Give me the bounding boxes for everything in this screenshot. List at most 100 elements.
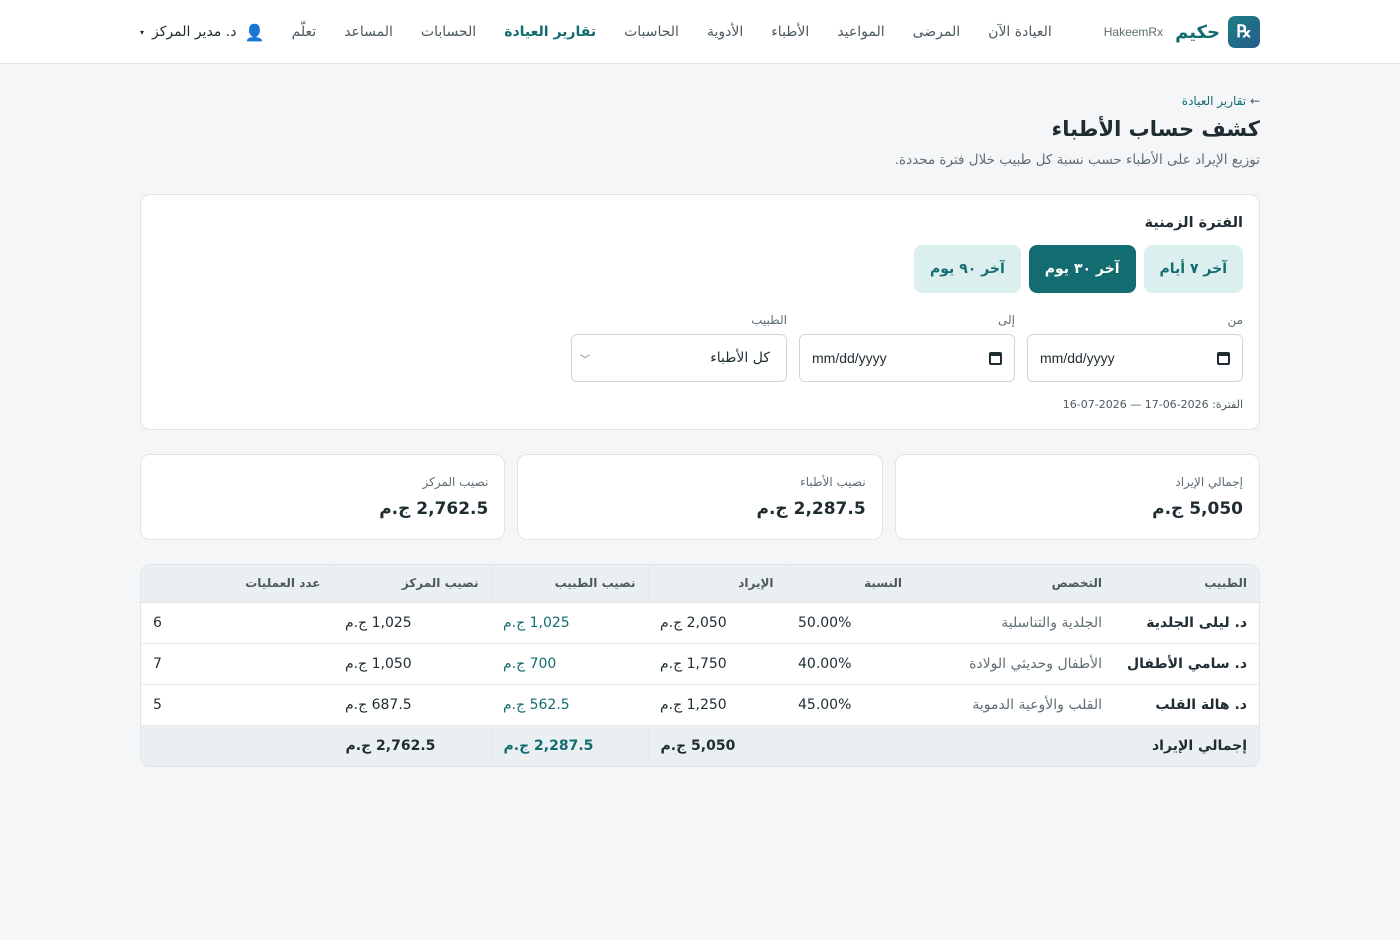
total-label: إجمالي الإيراد <box>1114 724 1259 766</box>
cell-center-share: 1,025 ج.م <box>333 602 491 644</box>
user-icon: 👤 <box>244 22 265 42</box>
period-filter-card: الفترة الزمنية آخر ٧ أيام آخر ٣٠ يوم آخر… <box>140 194 1260 430</box>
col-specialty: التخصص <box>914 565 1114 603</box>
nav-item-assistant[interactable]: المساعد <box>344 24 393 40</box>
chevron-down-icon: ﹀ <box>580 354 590 366</box>
doctors-statement-table: الطبيب التخصص النسبة الإيراد نصيب الطبيب… <box>140 564 1260 767</box>
col-revenue: الإيراد <box>647 565 786 603</box>
cell-specialty: القلب والأوعية الدموية <box>914 684 1114 726</box>
cell-operations: 6 <box>141 602 333 644</box>
nav-item-learn[interactable]: تعلّم <box>292 24 317 40</box>
col-operations: عدد العمليات <box>141 565 333 603</box>
brand-subtitle: HakeemRx <box>1103 25 1164 39</box>
nav-item-clinic-reports[interactable]: تقارير العيادة <box>504 24 596 40</box>
nav-item-appointments[interactable]: المواعيد <box>837 24 884 40</box>
last-90-days-button[interactable]: آخر ٩٠ يوم <box>914 245 1021 293</box>
stat-value: 2,287.5 ج.م <box>756 499 866 519</box>
col-center-share: نصيب المركز <box>332 565 491 603</box>
stat-label: إجمالي الإيراد <box>1175 475 1243 489</box>
breadcrumb-link[interactable]: تقارير العيادة <box>1182 94 1246 108</box>
user-menu[interactable]: 👤 د. مدير المركز ▾ <box>140 23 264 42</box>
doctor-select[interactable]: كل الأطباء ﹀ <box>571 334 787 382</box>
doctor-select-value: كل الأطباء <box>710 350 770 366</box>
rx-logo-icon: ℞ <box>1228 16 1260 48</box>
brand[interactable]: ℞ حكيم HakeemRx <box>1104 16 1260 48</box>
filters-row: من mm/dd/yyyy إلى mm/dd/yyyy الطبيب كل ا… <box>157 313 1243 382</box>
stat-value: 2,762.5 ج.م <box>379 499 489 519</box>
to-label: إلى <box>998 313 1015 327</box>
cell-center-share: 687.5 ج.م <box>333 684 491 726</box>
cell-operations: 5 <box>141 684 333 726</box>
col-doctor: الطبيب <box>1114 565 1259 603</box>
from-label: من <box>1227 313 1243 327</box>
stat-label: نصيب المركز <box>422 475 489 489</box>
nav-item-calculators[interactable]: الحاسبات <box>624 24 679 40</box>
user-name: د. مدير المركز <box>152 24 237 40</box>
to-field: إلى mm/dd/yyyy <box>799 313 1015 382</box>
cell-doctor[interactable]: د. ليلى الجلدية <box>1114 602 1259 644</box>
total-empty-cell <box>914 724 1114 766</box>
cell-revenue: 2,050 ج.م <box>648 602 786 644</box>
chevron-down-icon: ▾ <box>140 27 145 37</box>
main-content: ← تقارير العيادة كشف حساب الأطباء توزيع … <box>140 64 1260 767</box>
calendar-icon[interactable] <box>989 351 1002 365</box>
stat-doctors-share: نصيب الأطباء 2,287.5 ج.م <box>517 454 883 540</box>
col-doctor-share: نصيب الطبيب <box>490 565 648 603</box>
cell-doctor-share: 562.5 ج.م <box>491 684 648 726</box>
total-center-share: 2,762.5 ج.م <box>332 724 491 766</box>
doctor-field: الطبيب كل الأطباء ﹀ <box>571 313 787 382</box>
table-total-row: إجمالي الإيراد 5,050 ج.م 2,287.5 ج.م 2,7… <box>141 724 1259 766</box>
nav-item-medicines[interactable]: الأدوية <box>707 24 743 40</box>
main-nav: العيادة الآن المرضى المواعيد الأطباء الأ… <box>292 24 1052 40</box>
from-date-value: mm/dd/yyyy <box>1040 350 1115 366</box>
calendar-icon[interactable] <box>1217 351 1230 365</box>
last-30-days-button[interactable]: آخر ٣٠ يوم <box>1028 245 1136 293</box>
summary-stats: إجمالي الإيراد 5,050 ج.م نصيب الأطباء 2,… <box>140 454 1260 540</box>
top-navbar: ℞ حكيم HakeemRx العيادة الآن المرضى المو… <box>0 0 1400 64</box>
cell-doctor[interactable]: د. هالة القلب <box>1114 684 1259 726</box>
cell-revenue: 1,250 ج.م <box>648 684 786 726</box>
period-range-note: الفترة: 2026-06-17 — 2026-07-16 <box>1062 398 1243 411</box>
table-header-row: الطبيب التخصص النسبة الإيراد نصيب الطبيب… <box>141 565 1259 603</box>
brand-name: حكيم <box>1175 21 1220 43</box>
total-empty-cell <box>141 724 333 766</box>
stat-center-share: نصيب المركز 2,762.5 ج.م <box>140 454 506 540</box>
stat-total-revenue: إجمالي الإيراد 5,050 ج.م <box>894 454 1260 540</box>
cell-doctor[interactable]: د. سامي الأطفال <box>1114 643 1259 685</box>
cell-specialty: الأطفال وحديثي الولادة <box>914 643 1114 685</box>
table-row[interactable]: د. هالة القلب القلب والأوعية الدموية 45.… <box>141 684 1259 726</box>
doctor-label: الطبيب <box>751 313 787 327</box>
last-7-days-button[interactable]: آخر ٧ أيام <box>1143 245 1243 293</box>
to-date-input[interactable]: mm/dd/yyyy <box>799 334 1015 382</box>
cell-ratio: 45.00% <box>786 684 914 726</box>
to-date-value: mm/dd/yyyy <box>812 350 887 366</box>
cell-ratio: 40.00% <box>786 643 914 685</box>
stat-value: 5,050 ج.م <box>1152 499 1243 519</box>
nav-item-doctors[interactable]: الأطباء <box>771 24 809 40</box>
nav-item-accounts[interactable]: الحسابات <box>421 24 476 40</box>
page-subtitle: توزيع الإيراد على الأطباء حسب نسبة كل طب… <box>894 152 1260 168</box>
cell-operations: 7 <box>141 643 333 685</box>
page-title: كشف حساب الأطباء <box>1051 117 1260 141</box>
cell-ratio: 50.00% <box>786 602 914 644</box>
nav-item-clinic-now[interactable]: العيادة الآن <box>988 24 1052 40</box>
table-row[interactable]: د. سامي الأطفال الأطفال وحديثي الولادة 4… <box>141 643 1259 685</box>
period-title: الفترة الزمنية <box>1144 215 1243 231</box>
cell-doctor-share: 700 ج.م <box>491 643 648 685</box>
col-ratio: النسبة <box>785 565 914 603</box>
total-doctor-share: 2,287.5 ج.م <box>490 724 648 766</box>
cell-specialty: الجلدية والتناسلية <box>914 602 1114 644</box>
nav-item-patients[interactable]: المرضى <box>913 24 961 40</box>
stat-label: نصيب الأطباء <box>800 475 866 489</box>
total-empty-cell <box>785 724 914 766</box>
table-row[interactable]: د. ليلى الجلدية الجلدية والتناسلية 50.00… <box>141 602 1259 644</box>
from-field: من mm/dd/yyyy <box>1027 313 1243 382</box>
back-arrow-icon: ← <box>1249 94 1260 108</box>
from-date-input[interactable]: mm/dd/yyyy <box>1027 334 1243 382</box>
breadcrumb[interactable]: ← تقارير العيادة <box>140 94 1260 108</box>
cell-doctor-share: 1,025 ج.م <box>491 602 648 644</box>
total-revenue: 5,050 ج.م <box>647 724 786 766</box>
cell-center-share: 1,050 ج.م <box>333 643 491 685</box>
period-presets: آخر ٧ أيام آخر ٣٠ يوم آخر ٩٠ يوم <box>157 245 1243 293</box>
cell-revenue: 1,750 ج.م <box>648 643 786 685</box>
